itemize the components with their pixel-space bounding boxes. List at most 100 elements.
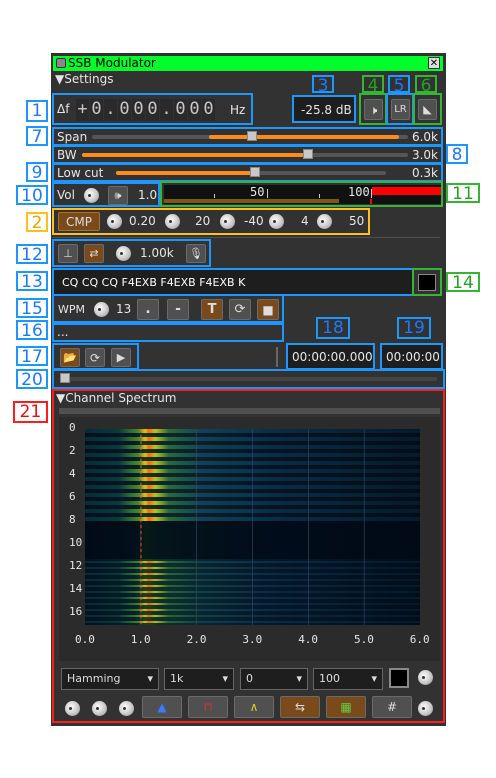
volume-group: Vol 🕪 1.0 xyxy=(52,182,160,207)
morse-text-input[interactable]: CQ CQ CQ F4EXB F4EXB F4EXB K xyxy=(52,268,414,296)
waterfall-image xyxy=(85,429,420,625)
fft-size-combo[interactable]: 1k xyxy=(164,668,234,690)
callout-21: 21 xyxy=(13,401,48,423)
delta-f-label: Δf xyxy=(57,102,70,116)
open-file-icon[interactable]: 📂 xyxy=(60,348,80,367)
collapse-arrow-icon: ▼ xyxy=(55,72,65,86)
divider xyxy=(52,237,440,238)
callout-17: 17 xyxy=(16,346,48,366)
freq-digit: . xyxy=(160,99,173,121)
play-icon[interactable]: ▶ xyxy=(111,348,131,367)
file-seek-slider[interactable] xyxy=(62,377,437,381)
freq-sign[interactable]: + xyxy=(76,99,89,121)
spectrum-view-icon[interactable]: ▲ xyxy=(142,696,182,718)
spectrum-knob-3[interactable] xyxy=(119,701,134,716)
freq-digit[interactable]: 0 xyxy=(118,99,131,121)
vol-value: 1.0 xyxy=(138,188,158,202)
callout-2: 2 xyxy=(26,212,48,232)
bw-slider[interactable] xyxy=(82,153,408,157)
flip-sideband-icon[interactable]: ◣ xyxy=(418,99,437,120)
lr-swap-button[interactable]: LR xyxy=(391,99,410,120)
cmp-knob-2[interactable] xyxy=(165,214,180,229)
cmp-knob-5[interactable] xyxy=(317,214,332,229)
cmp-knob-1[interactable] xyxy=(107,214,122,229)
spectrum-knob-1[interactable] xyxy=(65,701,80,716)
lowcut-slider-handle[interactable] xyxy=(250,167,260,177)
freq-digit[interactable]: 0 xyxy=(90,99,103,121)
callout-1: 1 xyxy=(26,100,48,122)
ref-level-combo[interactable]: 0 xyxy=(240,668,308,690)
window-function-combo[interactable]: Hamming xyxy=(61,668,159,690)
x-tick-label: 1.0 xyxy=(130,633,151,646)
level-meter: 50 100 xyxy=(164,185,441,204)
stop-icon[interactable]: ■ xyxy=(257,299,279,320)
grid-icon[interactable]: # xyxy=(372,696,412,718)
callout-16: 16 xyxy=(16,320,48,340)
file-position-readout: 00:00:00.000 xyxy=(286,343,375,370)
morse-text-button[interactable]: T xyxy=(201,299,223,320)
tone-icon[interactable]: ⊥ xyxy=(58,244,78,263)
freq-digit[interactable]: 0 xyxy=(202,99,215,121)
meter-tick xyxy=(214,194,215,198)
bw-slider-handle[interactable] xyxy=(303,149,313,159)
x-tick-label: 5.0 xyxy=(354,633,374,646)
cmp-knob-3[interactable] xyxy=(220,214,235,229)
lowcut-group: Low cut 0.3k xyxy=(52,163,443,182)
waterfall-toggle-icon[interactable]: ⇆ xyxy=(280,696,320,718)
window-menu-icon[interactable] xyxy=(56,58,66,68)
callout-4: 4 xyxy=(362,75,384,95)
dash-button[interactable]: - xyxy=(167,299,189,320)
bw-value: 3.0k xyxy=(411,148,438,162)
mic-icon[interactable]: 🎙 xyxy=(186,244,206,263)
volume-speaker-icon[interactable]: 🕪 xyxy=(108,186,128,205)
freq-digit[interactable]: 0 xyxy=(132,99,145,121)
freq-digit[interactable]: 0 xyxy=(146,99,159,121)
callout-12: 12 xyxy=(16,244,48,264)
span-slider-handle[interactable] xyxy=(247,131,257,141)
title-bar[interactable]: SSB Modulator ✕ xyxy=(53,56,443,71)
cmp-toggle-button[interactable]: CMP xyxy=(58,212,100,231)
callout-13: 13 xyxy=(16,271,48,291)
bw-group: BW 3.0k xyxy=(52,145,443,164)
dot-button[interactable]: . xyxy=(137,299,159,320)
range-combo[interactable]: 100 xyxy=(313,668,383,690)
freq-unit: Hz xyxy=(230,103,246,117)
color-swatch-button[interactable] xyxy=(389,668,409,688)
file-loop-icon[interactable]: ⟳ xyxy=(85,348,105,367)
decay-knob[interactable] xyxy=(418,670,433,685)
binaural-group: LR xyxy=(386,93,414,125)
waterfall-colormap-icon[interactable]: ▦ xyxy=(326,696,366,718)
grid-intensity-knob[interactable] xyxy=(418,701,433,716)
y-tick-label: 10 xyxy=(69,536,83,549)
sideband-group: ◣ xyxy=(413,93,442,125)
spectrum-section-toggle[interactable]: ▼Channel Spectrum xyxy=(56,391,176,405)
morse-keyer-icon[interactable]: ⇄ xyxy=(84,244,104,263)
span-value: 6.0k xyxy=(411,130,438,144)
cmp-value-1: 0.20 xyxy=(129,214,156,228)
y-tick-label: 8 xyxy=(69,513,76,526)
loop-icon[interactable]: ⟳ xyxy=(229,299,251,320)
volume-knob[interactable] xyxy=(84,188,99,203)
file-seek-handle[interactable] xyxy=(60,373,70,383)
callout-11: 11 xyxy=(446,183,480,203)
speaker-mute-icon[interactable]: 🕨 xyxy=(364,99,383,120)
wpm-knob[interactable] xyxy=(94,302,109,317)
freq-digit[interactable]: 0 xyxy=(188,99,201,121)
tone-freq-knob[interactable] xyxy=(116,246,131,261)
meter-tick xyxy=(267,189,268,198)
window-title: SSB Modulator xyxy=(68,56,156,70)
x-tick-label: 6.0 xyxy=(409,633,430,646)
cmp-knob-4[interactable] xyxy=(269,214,284,229)
freq-digit[interactable]: 0 xyxy=(174,99,187,121)
settings-section-toggle[interactable]: ▼Settings xyxy=(55,72,113,86)
spectrum-knob-2[interactable] xyxy=(92,701,107,716)
file-length-readout: 00:00:00 xyxy=(380,343,443,370)
channel-spectrum-panel: ▼Channel Spectrum 0 2 4 6 8 10 12 14 16 … xyxy=(52,389,445,723)
peak-hold-icon[interactable]: ⊓ xyxy=(188,696,228,718)
average-trace-icon[interactable]: ∧ xyxy=(234,696,274,718)
y-tick-label: 0 xyxy=(69,421,76,434)
spectrum-display[interactable]: 0 2 4 6 8 10 12 14 16 0.0 1.0 2.0 3.0 4.0 5.0 6.0 xyxy=(59,417,440,661)
callout-8: 8 xyxy=(446,144,468,164)
close-icon[interactable]: ✕ xyxy=(428,57,440,69)
span-group: Span 6.0k xyxy=(52,127,443,146)
